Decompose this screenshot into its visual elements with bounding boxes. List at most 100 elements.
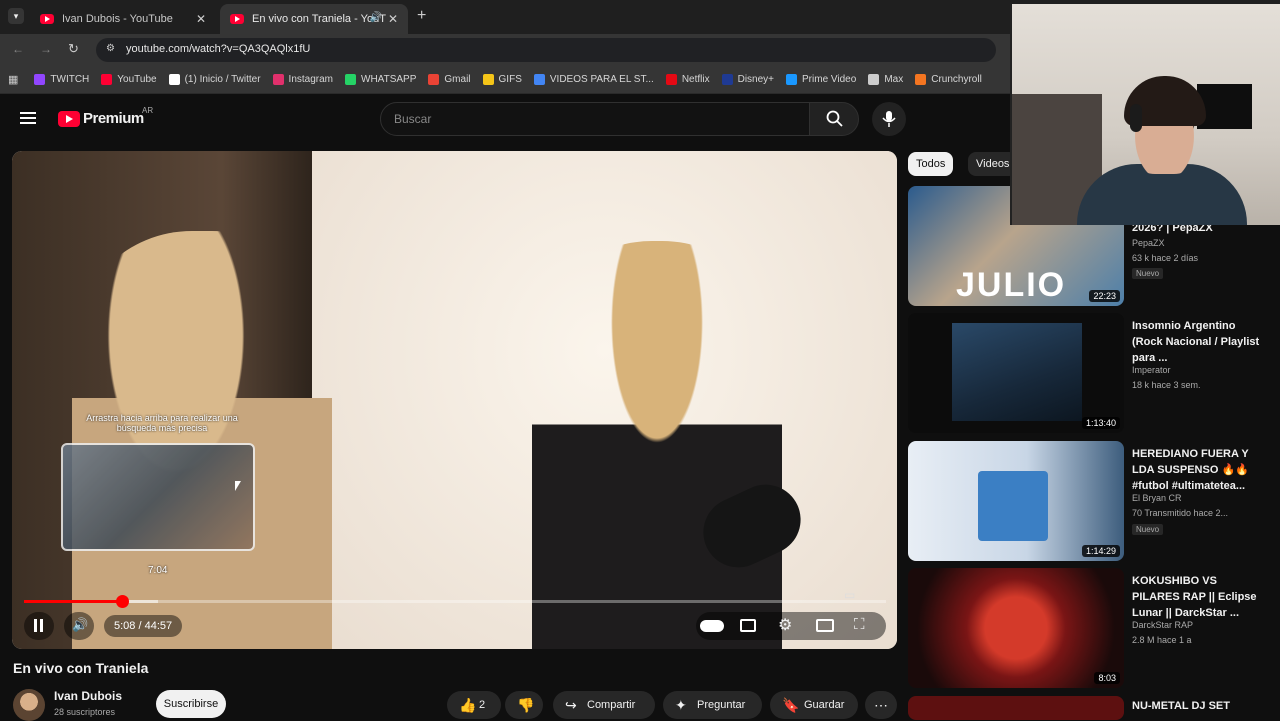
tab-ivan-dubois[interactable]: Ivan Dubois - YouTube ✕ bbox=[30, 4, 216, 34]
ask-button[interactable]: ✦ Preguntar bbox=[663, 691, 762, 719]
close-tab-icon[interactable]: ✕ bbox=[388, 12, 398, 26]
bookmark-gifs[interactable]: GIFS bbox=[482, 74, 522, 85]
tab-en-vivo[interactable]: En vivo con Traniela - YouT 🔊 ✕ bbox=[220, 4, 408, 34]
avatar[interactable] bbox=[13, 689, 45, 721]
search-icon bbox=[826, 110, 843, 127]
list-item[interactable]: NU-METAL DJ SET bbox=[908, 696, 1268, 720]
seek-preview-thumbnail bbox=[61, 443, 255, 551]
channel-name[interactable]: El Bryan CR bbox=[1132, 493, 1182, 503]
bookmark-youtube[interactable]: YouTube bbox=[101, 74, 157, 85]
chip-todos[interactable]: Todos bbox=[908, 152, 954, 176]
youtube-logo-icon[interactable] bbox=[58, 111, 80, 127]
crunchyroll-icon bbox=[915, 74, 927, 85]
new-badge: Nuevo bbox=[1132, 268, 1164, 279]
bookmark-crunchyroll[interactable]: Crunchyroll bbox=[915, 74, 982, 85]
video-title[interactable]: KOKUSHIBO VS PILARES RAP || Eclipse Luna… bbox=[1132, 573, 1262, 621]
voice-search-button[interactable] bbox=[872, 102, 906, 136]
twitch-icon bbox=[34, 74, 46, 85]
bookmark-videos[interactable]: VIDEOS PARA EL ST... bbox=[533, 74, 654, 85]
list-item[interactable]: 1:14:29 HEREDIANO FUERA Y LDA SUSPENSO 🔥… bbox=[908, 441, 1268, 561]
back-icon[interactable]: ← bbox=[12, 42, 24, 56]
video-title[interactable]: NU-METAL DJ SET bbox=[1132, 698, 1262, 714]
bookmark-gmail[interactable]: Gmail bbox=[428, 74, 471, 85]
pause-button[interactable] bbox=[24, 612, 54, 640]
bookmark-instagram[interactable]: Instagram bbox=[272, 74, 333, 85]
bookmark-netflix[interactable]: Netflix bbox=[665, 74, 710, 85]
whatsapp-icon bbox=[345, 74, 357, 85]
youtube-favicon-icon bbox=[40, 14, 54, 24]
progress-played bbox=[24, 600, 123, 603]
gmail-icon bbox=[428, 74, 440, 85]
forward-icon[interactable]: → bbox=[40, 42, 52, 56]
video-meta: 18 k hace 3 sem. bbox=[1132, 380, 1201, 390]
channel-name[interactable]: DarckStar RAP bbox=[1132, 620, 1193, 630]
channel-name[interactable]: PepaZX bbox=[1132, 238, 1165, 248]
region-code: AR bbox=[142, 106, 154, 115]
new-tab-icon[interactable]: + bbox=[417, 7, 426, 25]
omnibox[interactable]: ⚙ youtube.com/watch?v=QA3QAQlx1fU bbox=[96, 38, 996, 62]
bookmark-twitter[interactable]: (1) Inicio / Twitter bbox=[168, 74, 261, 85]
video-title[interactable]: Insomnio Argentino (Rock Nacional / Play… bbox=[1132, 318, 1262, 366]
share-label: Compartir bbox=[587, 699, 636, 711]
duration-badge: 22:23 bbox=[1089, 290, 1120, 302]
list-item[interactable]: 8:03 KOKUSHIBO VS PILARES RAP || Eclipse… bbox=[908, 568, 1268, 688]
video-player[interactable]: Arrastra hacia arriba para realizar una … bbox=[12, 151, 897, 649]
progress-bar[interactable] bbox=[24, 595, 886, 608]
close-tab-icon[interactable]: ✕ bbox=[196, 12, 206, 26]
video-frame-person-left bbox=[72, 231, 332, 649]
volume-button[interactable]: 🔊 bbox=[64, 612, 94, 640]
apps-grid-icon[interactable]: ▦ bbox=[8, 73, 18, 86]
channel-name[interactable]: Imperator bbox=[1132, 365, 1171, 375]
subtitles-icon[interactable] bbox=[740, 619, 756, 632]
site-info-icon[interactable]: ⚙ bbox=[106, 43, 115, 54]
webcam-headphones bbox=[1130, 104, 1142, 132]
save-button[interactable]: 🔖 Guardar bbox=[770, 691, 858, 719]
channel-name[interactable]: Ivan Dubois bbox=[54, 689, 122, 703]
new-badge: Nuevo bbox=[1132, 524, 1164, 535]
bookmark-twitch[interactable]: TWITCH bbox=[34, 74, 89, 85]
drive-icon bbox=[533, 74, 545, 85]
audio-playing-icon[interactable]: 🔊 bbox=[370, 12, 382, 23]
thumbs-up-icon: 👍 bbox=[459, 697, 477, 713]
duration-badge: 1:13:40 bbox=[1081, 417, 1120, 429]
time-display: 5:08 / 44:57 bbox=[104, 615, 183, 637]
share-icon: ↪ bbox=[565, 697, 577, 713]
like-button[interactable]: 👍 2 bbox=[447, 691, 501, 719]
webcam-monitor bbox=[1197, 84, 1252, 129]
bookmark-whatsapp[interactable]: WHATSAPP bbox=[345, 74, 416, 85]
video-title[interactable]: HEREDIANO FUERA Y LDA SUSPENSO 🔥🔥 #futbo… bbox=[1132, 446, 1262, 494]
autoplay-toggle-icon[interactable] bbox=[700, 620, 724, 632]
like-count: 2 bbox=[479, 699, 486, 711]
search-placeholder: Buscar bbox=[394, 112, 432, 126]
current-time: 5:08 bbox=[114, 620, 136, 632]
logo-text: Premium bbox=[83, 110, 144, 127]
miniplayer-icon[interactable] bbox=[816, 619, 834, 632]
disney-icon bbox=[721, 74, 733, 85]
player-right-controls: ⚙ ▭ ⛶ bbox=[696, 588, 886, 640]
list-item[interactable]: 1:13:40 Insomnio Argentino (Rock Naciona… bbox=[908, 313, 1268, 433]
subscribe-button[interactable]: Suscribirse bbox=[156, 690, 226, 718]
pause-icon bbox=[34, 619, 37, 632]
bookmark-max[interactable]: Max bbox=[868, 74, 903, 85]
search-button[interactable] bbox=[809, 102, 859, 136]
fullscreen-icon[interactable]: ⛶ bbox=[854, 616, 865, 633]
thumbnail-overlay-text: JULIO bbox=[956, 266, 1067, 304]
seek-hint-text: Arrastra hacia arriba para realizar una … bbox=[86, 413, 238, 433]
menu-icon[interactable] bbox=[20, 112, 36, 114]
bookmark-disney[interactable]: Disney+ bbox=[721, 74, 774, 85]
dislike-button[interactable]: 👎 bbox=[505, 691, 543, 719]
tab-list-chevron-icon[interactable]: ▾ bbox=[8, 8, 24, 24]
search-input[interactable]: Buscar bbox=[380, 102, 810, 136]
video-thumbnail[interactable]: 8:03 bbox=[908, 568, 1124, 688]
reload-icon[interactable]: ↻ bbox=[68, 41, 79, 57]
bookmark-prime[interactable]: Prime Video bbox=[786, 74, 856, 85]
video-thumbnail[interactable]: 1:14:29 bbox=[908, 441, 1124, 561]
more-actions-button[interactable]: ⋯ bbox=[865, 691, 897, 719]
youtube-icon bbox=[101, 74, 113, 85]
video-thumbnail[interactable]: 1:13:40 bbox=[908, 313, 1124, 433]
sparkle-icon: ✦ bbox=[675, 697, 687, 713]
thumbnail-image bbox=[978, 471, 1048, 541]
video-thumbnail[interactable] bbox=[908, 696, 1124, 720]
settings-gear-icon[interactable]: ⚙ bbox=[778, 615, 792, 635]
share-button[interactable]: ↪ Compartir bbox=[553, 691, 655, 719]
